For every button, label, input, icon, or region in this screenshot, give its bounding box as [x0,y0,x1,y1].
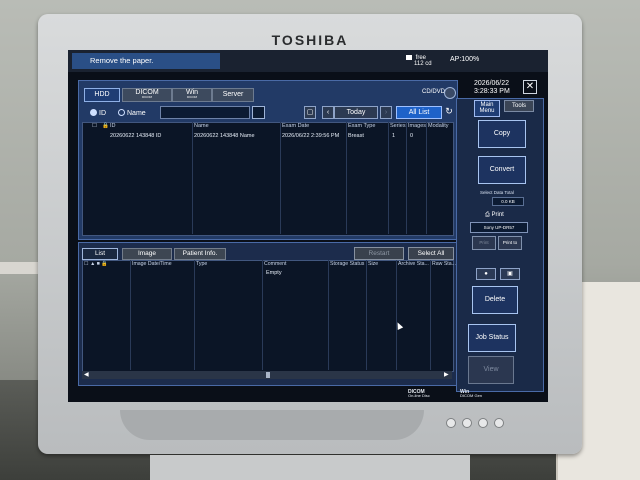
col-header-exam-type[interactable]: Exam Type [348,123,375,129]
column-divider [194,260,195,370]
column-divider [430,260,431,370]
free-value: 112 cd [414,61,432,67]
tab-server[interactable]: Server [212,88,254,102]
column-divider [388,122,389,234]
column-divider [426,122,427,234]
hardware-button[interactable] [462,418,472,428]
col-header-name[interactable]: Name [194,123,209,129]
print-button[interactable]: Print [472,236,496,250]
status-message: Remove the paper. [72,53,220,69]
col-lock-icon: 🔒 [102,123,109,129]
select-data-label: Select Data Total [480,190,514,195]
col-header-type[interactable]: Type [196,261,207,267]
table-row-series[interactable]: 1 [392,133,395,139]
col-header-raw-status[interactable]: Raw Sta... [432,261,456,267]
col-checkbox[interactable]: ☐ [92,123,97,129]
column-divider [192,122,193,234]
screen: Remove the paper. free 112 cd AP:100% HD… [68,50,548,402]
search-input[interactable] [160,106,250,119]
prev-day-button[interactable]: ‹ [322,106,334,119]
lock-icon[interactable]: ▣ [500,268,520,280]
radio-id[interactable]: ID [90,109,106,117]
col-header-images[interactable]: Images [408,123,426,129]
column-divider [366,260,367,370]
all-list-button[interactable]: All List [396,106,442,119]
table-row-exam-date[interactable]: 2026/06/22 2:39:56 PM [282,133,339,139]
view-button[interactable]: View [468,356,514,384]
table-row-name[interactable]: 20260622 143848 Name [194,133,255,139]
select-all-button[interactable]: Select All [408,247,454,260]
hardware-button[interactable] [478,418,488,428]
close-icon[interactable]: ✕ [523,80,537,94]
select-data-value: 0.0 KB [492,197,524,206]
tab-image[interactable]: Image [122,248,172,260]
column-divider [396,260,397,370]
column-divider [346,122,347,234]
col-header-modality[interactable]: Modality [428,123,448,129]
col-header-archive-status[interactable]: Archive Sta... [398,261,429,267]
scroll-thumb[interactable] [266,372,270,378]
search-icon[interactable] [252,106,265,119]
delete-button[interactable]: Delete [472,286,518,314]
disk-icon [406,55,412,60]
tab-list[interactable]: List [82,248,118,260]
cddvd-label: CD/DVD [422,89,446,95]
scroll-left-icon[interactable]: ◀ [84,371,89,378]
tab-dicom[interactable]: DICOM DICOM [122,88,172,102]
convert-button[interactable]: Convert [478,156,526,184]
col-checkbox[interactable]: ☐ ▲ ■ 🔒 [84,261,108,267]
col-header-series[interactable]: Series [390,123,406,129]
next-day-button[interactable]: › [380,106,392,119]
tab-hdd[interactable]: HDD [84,88,120,102]
table-row-exam-type[interactable]: Breast [348,133,364,139]
filter-icon[interactable]: ▢ [304,106,316,119]
monitor-chin [120,410,424,440]
print-label: ⎙ Print [485,212,504,218]
today-button[interactable]: Today [334,106,378,119]
column-divider [130,260,131,370]
free-space: free 112 cd [406,55,432,67]
column-divider [406,122,407,234]
scroll-right-icon[interactable]: ▶ [444,371,449,378]
tab-tools[interactable]: Tools [504,100,534,112]
tab-main-menu[interactable]: Main Menu [474,100,500,117]
radio-name[interactable]: Name [118,109,146,117]
hardware-button[interactable] [446,418,456,428]
print-to-button[interactable]: Print to [498,236,522,250]
win-indicator: Win DICOM Gen [460,389,483,398]
empty-text: Empty [266,270,282,276]
copy-button[interactable]: Copy [478,120,526,148]
column-divider [328,260,329,370]
table-row-images[interactable]: 0 [410,133,413,139]
tab-patient-info[interactable]: Patient Info. [174,248,226,260]
power-button[interactable] [494,418,504,428]
tab-win[interactable]: Win DICOM [172,88,212,102]
col-header-comment[interactable]: Comment [264,261,287,267]
col-header-image-date[interactable]: Image Date/Time [132,261,172,267]
column-divider [280,122,281,234]
restart-button[interactable]: Restart [354,247,404,260]
refresh-icon[interactable]: ↻ [444,106,454,117]
col-header-exam-date[interactable]: Exam Date [282,123,309,129]
ap-indicator: AP:100% [450,56,480,63]
eject-icon[interactable] [444,87,456,99]
col-header-id[interactable]: ID [110,123,116,129]
col-header-size[interactable]: Size [368,261,378,267]
col-header-storage-status[interactable]: Storage Status [330,261,364,267]
image-table[interactable] [82,260,454,372]
table-row-id[interactable]: 20260622 143848 ID [110,133,161,139]
datetime: 2026/06/22 3:28:33 PM [474,80,510,95]
brand-logo: TOSHIBA [271,32,349,48]
monitor-stand [150,455,470,480]
study-table[interactable] [82,122,454,236]
dicom-indicator: DICOM On-line Disc [408,389,430,398]
printer-icon: ⎙ [485,212,490,218]
column-divider [262,260,263,370]
job-status-button[interactable]: Job Status [468,324,516,352]
dot-icon[interactable]: ● [476,268,496,280]
printer-select[interactable]: Sony UP-DR57 [470,222,528,233]
